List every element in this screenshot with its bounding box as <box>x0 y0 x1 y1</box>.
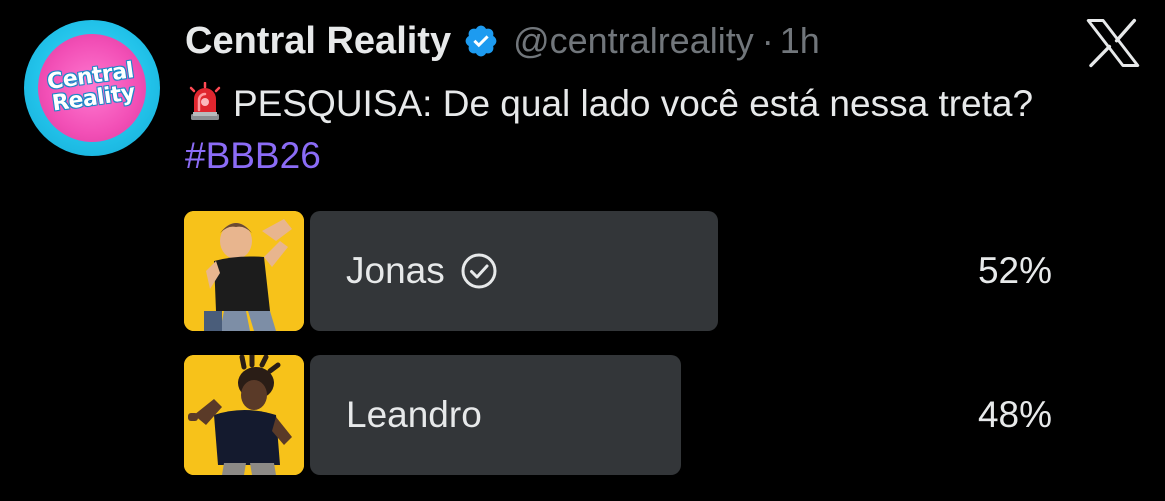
poll-option-percent: 52% <box>977 250 1052 291</box>
poll-option-leandro[interactable]: Leandro 48% <box>184 355 1052 475</box>
poll-option-image <box>184 355 304 475</box>
contestant-photo-leandro <box>184 355 304 475</box>
tweet-header: Central Reality @centralreality · 1h <box>185 14 820 68</box>
author-avatar[interactable]: Central Reality <box>24 20 160 156</box>
poll-option-image <box>184 211 304 331</box>
poll-option-label: Leandro <box>346 355 482 475</box>
tweet-timestamp[interactable]: 1h <box>780 20 820 62</box>
contestant-photo-jonas <box>184 211 304 331</box>
siren-icon <box>189 82 221 120</box>
tweet-text: PESQUISA: De qual lado você está nessa t… <box>185 78 1115 182</box>
poll-option-percent: 48% <box>977 394 1052 435</box>
hashtag-link[interactable]: #BBB26 <box>185 135 321 176</box>
poll-option-label: Jonas <box>346 211 499 331</box>
avatar-logo: Central Reality <box>31 27 153 149</box>
author-handle[interactable]: @centralreality <box>513 20 754 62</box>
x-logo-icon[interactable] <box>1086 18 1140 68</box>
poll-option-name: Leandro <box>346 394 482 435</box>
poll-option-jonas[interactable]: Jonas 52% <box>184 211 1052 331</box>
check-circle-icon <box>461 253 497 289</box>
meta-separator: · <box>761 20 774 61</box>
author-display-name[interactable]: Central Reality <box>185 20 451 63</box>
tweet-body-text: PESQUISA: De qual lado você está nessa t… <box>233 83 1034 124</box>
poll-option-name: Jonas <box>346 250 445 291</box>
verified-badge-icon <box>465 25 497 57</box>
